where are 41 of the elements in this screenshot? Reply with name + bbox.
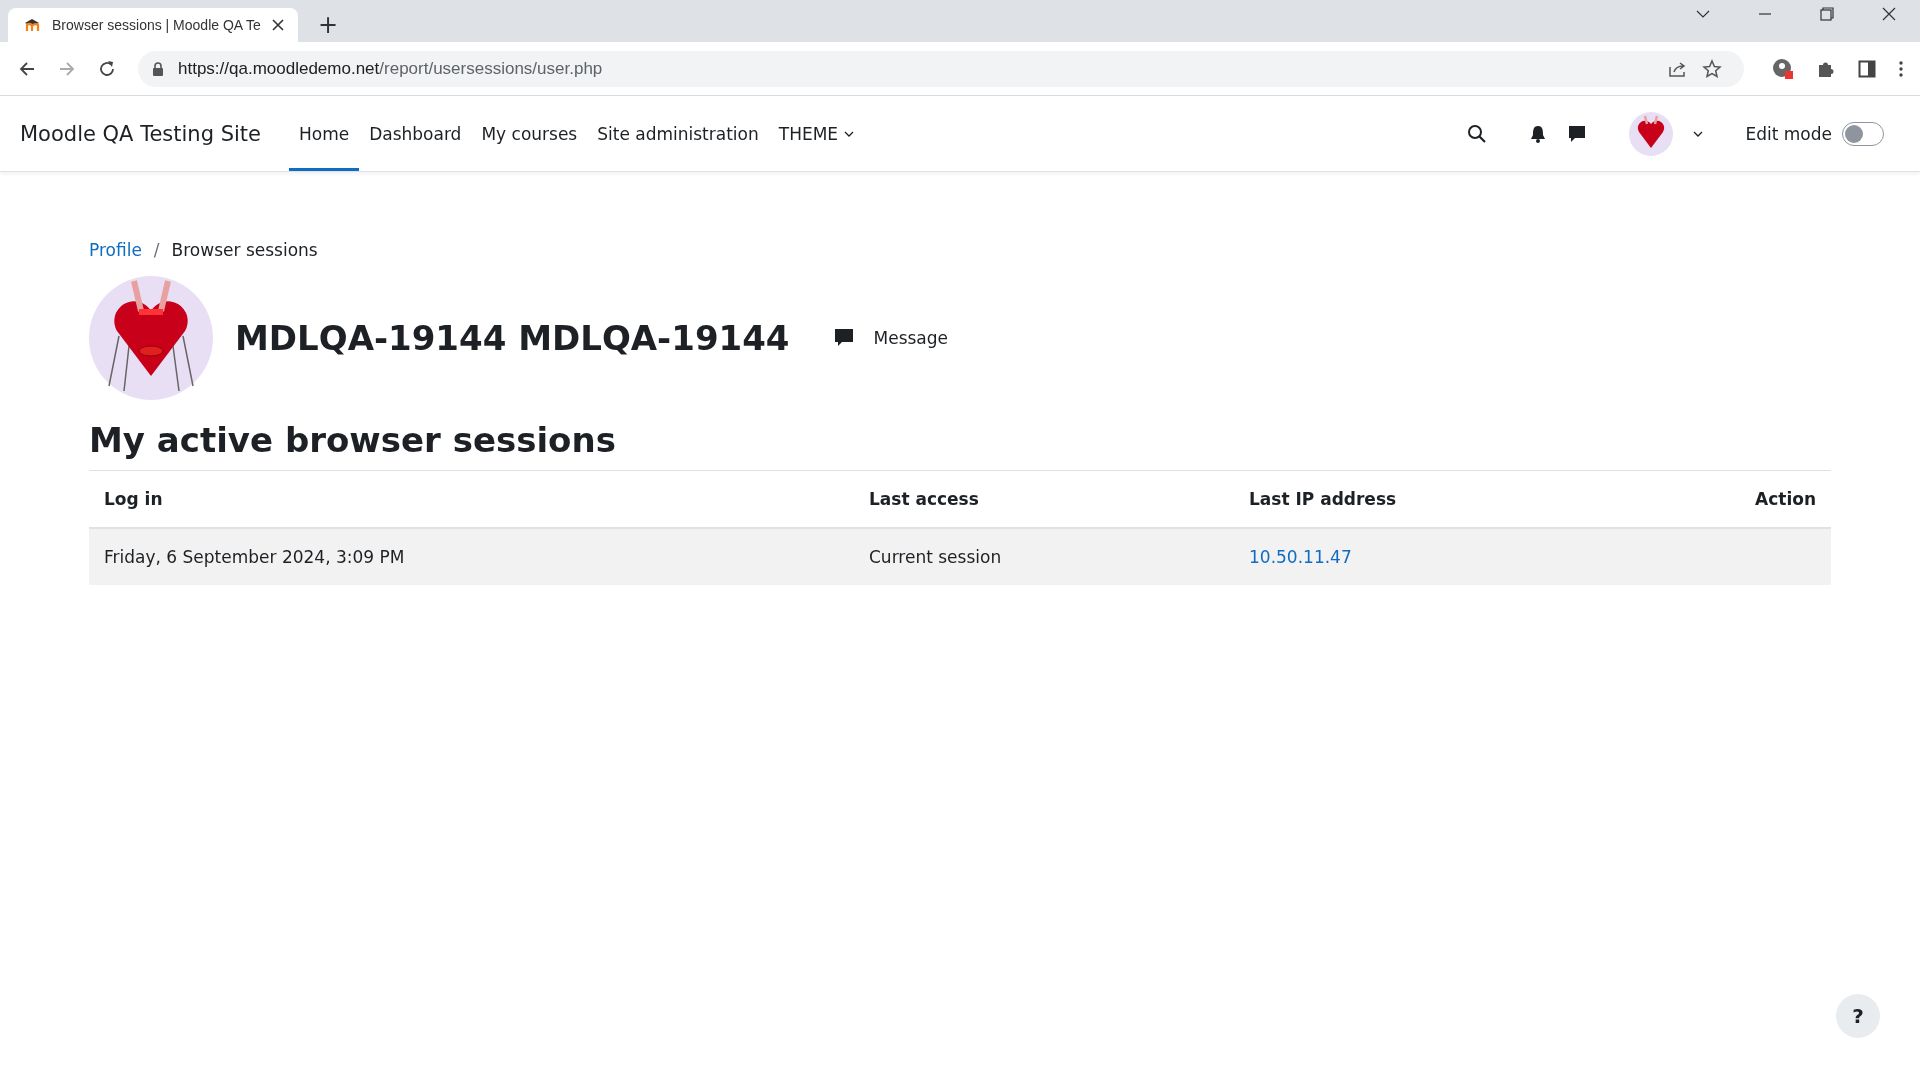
lock-icon [152,61,164,76]
login-time: Friday, 6 September 2024, 3:09 PM [89,528,854,585]
page-heading: My active browser sessions [89,420,617,460]
reload-icon[interactable] [98,59,116,78]
nav-link[interactable]: Dashboard [359,96,472,171]
nav-link[interactable]: Home [288,96,360,171]
edit-mode-label: Edit mode [1745,123,1832,144]
ip-address-link[interactable]: 10.50.11.47 [1249,547,1352,567]
new-tab-button[interactable]: + [310,11,347,39]
close-icon[interactable] [272,19,284,31]
nav-link[interactable]: Site administration [587,96,769,171]
tab-title: Browser sessions | Moodle QA Te [52,17,262,33]
chat-bubble-icon[interactable] [1567,123,1588,144]
site-name[interactable]: Moodle QA Testing Site [20,121,261,146]
user-avatar[interactable] [1629,111,1674,156]
star-icon[interactable] [1702,58,1722,79]
kebab-menu-icon[interactable] [1898,59,1904,78]
mortarboard-icon [24,18,42,32]
breadcrumb-separator: / [153,240,160,260]
extension-icon[interactable] [1772,57,1794,80]
share-icon[interactable] [1668,59,1688,78]
nav-link[interactable]: My courses [471,96,588,171]
chevron-down-icon[interactable] [1696,9,1710,19]
caret-icon[interactable] [844,129,855,138]
browser-tab[interactable]: Browser sessions | Moodle QA Te [8,8,298,42]
close-icon[interactable] [1882,7,1896,21]
search-icon[interactable] [1467,123,1488,144]
bell-icon[interactable] [1529,123,1548,144]
back-arrow-icon[interactable] [18,59,36,78]
side-panel-icon[interactable] [1858,59,1876,78]
user-name: MDLQA-19144 MDLQA-19144 [235,318,790,358]
help-button[interactable]: ? [1836,994,1880,1038]
caret-icon[interactable] [1693,129,1704,138]
last-access: Current session [854,528,1234,585]
restore-icon[interactable] [1820,7,1834,21]
breadcrumb-current: Browser sessions [171,240,318,260]
breadcrumb-link[interactable]: Profile [89,240,142,260]
chat-bubble-icon [833,328,854,348]
message-button[interactable]: Message [825,324,957,352]
address-field[interactable]: https://qa.moodledemo.net/report/usersessions/user.php [138,50,1744,87]
nav-link[interactable]: THEME [768,96,865,171]
